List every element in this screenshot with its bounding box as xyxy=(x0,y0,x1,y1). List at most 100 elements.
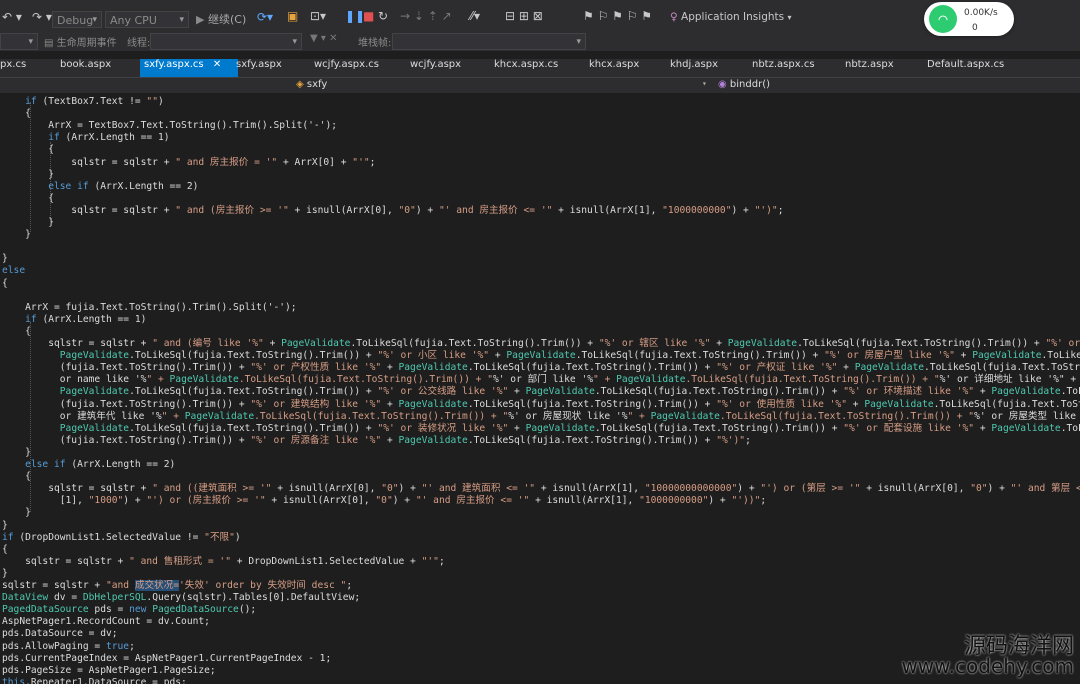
lifecycle-button[interactable]: ▤ 生命周期事件 xyxy=(44,34,117,52)
code-line: if (ArrX.Length == 1) xyxy=(48,132,170,144)
chevron-down-icon: ▾ xyxy=(787,13,792,22)
filter-icon[interactable]: ▼ ▾ ✕ xyxy=(310,33,337,51)
code-line: this.Repeater1.DataSource = pds; xyxy=(2,676,187,684)
tab-khcx-aspx-cs[interactable]: khcx.aspx.cs xyxy=(494,59,558,77)
tab-nbtz-aspx-cs[interactable]: nbtz.aspx.cs xyxy=(752,59,815,77)
code-line: or name like '%" + PageValidate.ToLikeSq… xyxy=(2,374,1077,386)
document-tabs: px.cs book.aspx sxfy.aspx.cs ✕ sxfy.aspx… xyxy=(0,59,1080,77)
chevron-down-icon: ▾ xyxy=(28,37,33,47)
code-line: } xyxy=(2,217,54,228)
code-line: PageValidate.ToLikeSql(fujia.Text.ToStri… xyxy=(59,386,1080,398)
code-line: { xyxy=(2,108,31,120)
code-line: pds.CurrentPageIndex = AspNetPager1.Curr… xyxy=(2,652,332,664)
tab-default-aspx-cs[interactable]: Default.aspx.cs xyxy=(927,59,1004,77)
thread-combo[interactable]: ▾ xyxy=(150,33,302,50)
code-line: } xyxy=(2,229,31,241)
code-line: { xyxy=(2,144,54,156)
refresh-icon[interactable]: ⟳▾ xyxy=(257,10,273,28)
code-line: [1], "1000") + "') or (房主报价 >= '" + isnu… xyxy=(2,495,767,507)
config-value: Debug xyxy=(57,14,94,27)
tab-wcjfy-aspx[interactable]: wcjfy.aspx xyxy=(410,59,461,77)
screen-icon[interactable]: ⊡▾ xyxy=(310,9,326,27)
code-line: sqlstr = sqlstr + " and ((建筑面积 >= '" + i… xyxy=(2,483,1080,495)
chevron-down-icon: ▾ xyxy=(179,15,184,25)
code-editor[interactable]: if (TextBox7.Text != "") { ArrX = TextBo… xyxy=(0,92,1080,684)
tab-khdj-aspx[interactable]: khdj.aspx xyxy=(670,59,718,77)
code-line: } xyxy=(2,446,31,458)
browser-icon[interactable]: ▣ xyxy=(287,9,298,27)
tab-khcx-aspx[interactable]: khcx.aspx xyxy=(589,59,639,77)
code-line: } xyxy=(2,168,54,180)
chevron-down-icon: ▾ xyxy=(576,37,581,47)
code-line: } xyxy=(2,519,8,531)
bookmark-icon[interactable]: ⚑ ⚐ ⚑ ⚐ ⚑ xyxy=(583,9,652,27)
platform-value: Any CPU xyxy=(110,14,157,27)
code-line: sqlstr = sqlstr + "and 成交状况='失效' order b… xyxy=(2,580,353,591)
class-dropdown[interactable]: ◈ sxfy xyxy=(296,79,327,90)
back-icon[interactable]: ↶ ▾ xyxy=(2,10,22,28)
code-line: (fujia.Text.ToString().Trim()) + "%' or … xyxy=(2,434,751,446)
method-dropdown[interactable]: ◉ binddr() xyxy=(718,79,770,90)
network-speed: 0.00K/s xyxy=(964,8,998,18)
code-line: or 建筑年代 like '%" + PageValidate.ToLikeSq… xyxy=(2,410,1076,422)
code-line: else xyxy=(2,265,26,277)
stop-icon[interactable]: ■ xyxy=(363,9,374,27)
code-line: { xyxy=(2,277,8,289)
close-icon[interactable]: ✕ xyxy=(213,59,221,70)
code-line: AspNetPager1.RecordCount = dv.Count; xyxy=(2,616,210,628)
code-line: { xyxy=(2,543,8,555)
code-line: pds.AllowPaging = true; xyxy=(2,640,135,652)
code-line: } xyxy=(2,567,8,579)
network-count: 0 xyxy=(972,23,978,33)
continue-label: 继续(C) xyxy=(207,13,247,26)
tab-label: sxfy.aspx.cs xyxy=(144,59,204,70)
bulb-icon: ♀ xyxy=(670,11,678,23)
code-line: PageValidate.ToLikeSql(fujia.Text.ToStri… xyxy=(59,422,1080,434)
continue-button[interactable]: ▶ 继续(C) xyxy=(196,11,246,29)
code-line: sqlstr = sqlstr + " and (编号 like '%" + P… xyxy=(2,338,1080,349)
navigation-bar: ◈ sxfy ▾ ◉ binddr() xyxy=(0,77,1080,93)
app-insights-button[interactable]: ♀ Application Insights ▾ xyxy=(670,11,791,29)
code-line: pds.DataSource = dv; xyxy=(2,628,118,640)
code-line: sqlstr = sqlstr + " and 房主报价 = '" + ArrX… xyxy=(2,156,376,168)
watermark-line2: www.codehy.com xyxy=(901,654,1074,678)
hex-icon[interactable]: ⁄⁄▾ xyxy=(470,9,480,27)
code-line: } xyxy=(2,507,31,519)
code-line: PageValidate.ToLikeSql(fujia.Text.ToStri… xyxy=(59,350,1080,362)
tab-nbtz-aspx[interactable]: nbtz.aspx xyxy=(845,59,894,77)
code-line: if (ArrX.Length == 1) xyxy=(25,313,147,325)
align-icon[interactable]: ⊟ ⊞ ⊠ xyxy=(505,9,543,27)
tab-sxfy-aspx-cs[interactable]: sxfy.aspx.cs ✕ xyxy=(140,59,238,77)
code-line: PagedDataSource pds = new PagedDataSourc… xyxy=(2,604,257,616)
play-icon: ▶ xyxy=(196,13,205,26)
step-icon[interactable]: → ⇣ ⇡ ↗ xyxy=(400,9,452,27)
code-line: (fujia.Text.ToString().Trim()) + "%' or … xyxy=(2,362,1080,374)
app-insights-label: Application Insights xyxy=(681,11,785,23)
tab-book-aspx[interactable]: book.aspx xyxy=(60,59,111,77)
tab-px-cs[interactable]: px.cs xyxy=(0,59,26,77)
chevron-down-icon[interactable]: ▾ xyxy=(702,79,707,88)
code-line: if (DropDownList1.SelectedValue != "不限") xyxy=(2,531,241,543)
class-icon: ◈ xyxy=(296,79,304,90)
code-line: DataView dv = DbHelperSQL.Query(sqlstr).… xyxy=(2,592,361,604)
code-line: ArrX = TextBox7.Text.ToString().Trim().S… xyxy=(2,120,338,132)
config-combo[interactable]: Debug ▾ xyxy=(52,11,102,28)
stack-combo[interactable]: ▾ xyxy=(392,33,586,50)
network-widget: ◠ 0.00K/s 0 xyxy=(924,2,1014,36)
method-name: binddr() xyxy=(729,79,770,90)
code-line: { xyxy=(2,192,54,204)
tab-wcjfy-aspx-cs[interactable]: wcjfy.aspx.cs xyxy=(314,59,379,77)
process-combo[interactable]: ▾ xyxy=(0,33,38,50)
code-line: else if (ArrX.Length == 2) xyxy=(25,459,176,470)
platform-combo[interactable]: Any CPU ▾ xyxy=(105,11,189,28)
forward-icon[interactable]: ↷ ▾ xyxy=(32,10,52,28)
code-line: { xyxy=(2,471,31,483)
code-line: ArrX = fujia.Text.ToString().Trim().Spli… xyxy=(2,301,297,313)
wifi-icon: ◠ xyxy=(929,5,957,33)
debug-toolbar: ▾ ▤ 生命周期事件 线程: ▾ ▼ ▾ ✕ 堆栈帧: ▾ xyxy=(0,31,1080,51)
lifecycle-icon: ▤ xyxy=(44,38,54,49)
tab-sxfy-aspx[interactable]: sxfy.aspx xyxy=(236,59,282,77)
code-line: else if (ArrX.Length == 2) xyxy=(48,180,199,192)
restart-icon[interactable]: ↻ xyxy=(378,9,388,27)
stack-label: 堆栈帧: xyxy=(358,38,392,49)
